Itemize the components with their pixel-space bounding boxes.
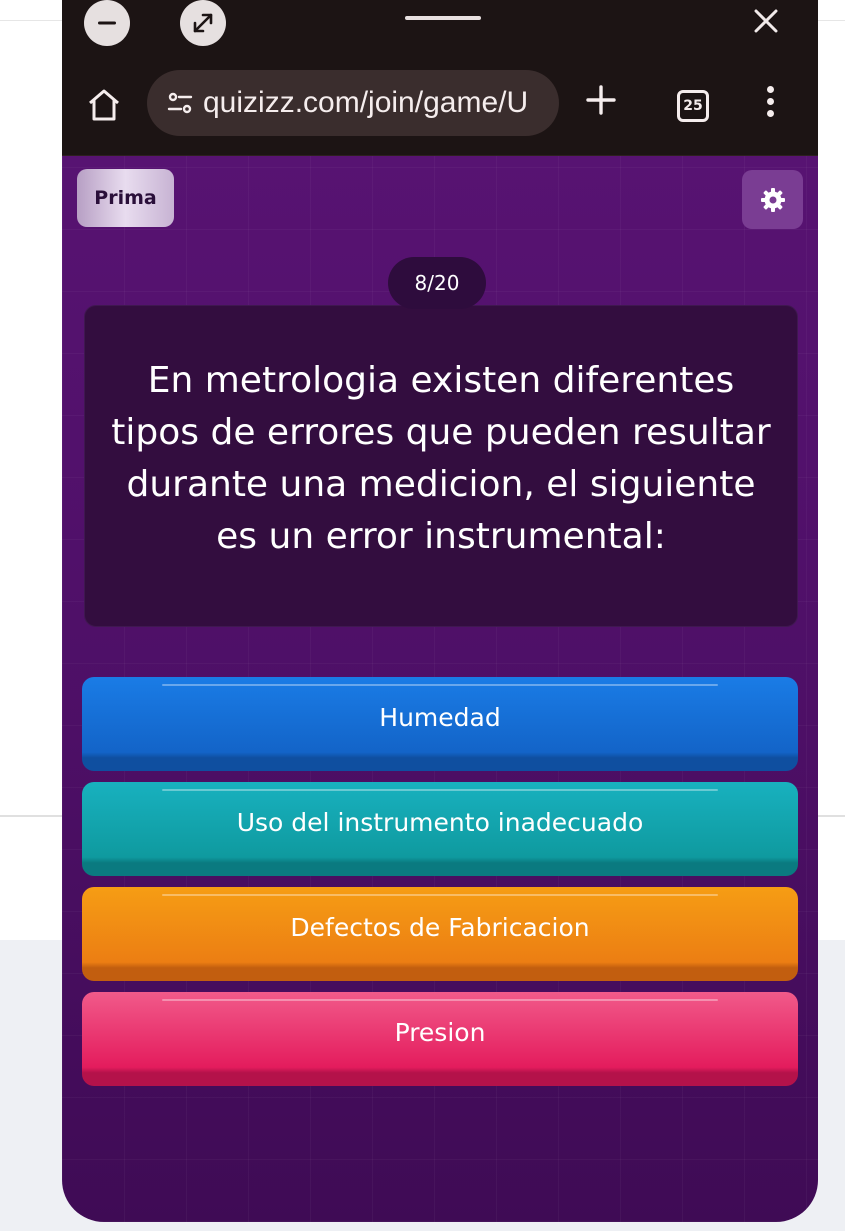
settings-button[interactable]	[742, 170, 803, 229]
window-drag-handle[interactable]	[405, 16, 481, 20]
tabs-icon[interactable]: 25	[677, 90, 709, 122]
answer-option-1[interactable]: Humedad	[82, 677, 798, 771]
question-text: En metrologia existen diferentes tipos d…	[111, 360, 771, 557]
site-info-icon[interactable]	[165, 88, 195, 118]
gear-icon	[759, 186, 787, 214]
answer-option-4[interactable]: Presion	[82, 992, 798, 1086]
minimize-icon[interactable]	[84, 0, 130, 46]
mode-badge[interactable]: Prima	[77, 169, 174, 227]
question-counter: 8/20	[388, 257, 486, 309]
expand-icon[interactable]	[180, 0, 226, 46]
answer-option-3[interactable]: Defectos de Fabricacion	[82, 887, 798, 981]
url-text: quizizz.com/join/game/U	[203, 86, 529, 119]
close-icon[interactable]	[741, 0, 791, 42]
plus-icon[interactable]	[584, 82, 618, 124]
address-bar[interactable]: quizizz.com/join/game/U	[147, 70, 559, 136]
answer-label: Humedad	[379, 702, 501, 732]
floating-browser-window: quizizz.com/join/game/U 25 Prima En metr…	[62, 0, 818, 1222]
answer-option-2[interactable]: Uso del instrumento inadecuado	[82, 782, 798, 876]
menu-icon[interactable]	[767, 86, 774, 122]
answer-label: Uso del instrumento inadecuado	[236, 807, 644, 837]
home-icon[interactable]	[86, 88, 122, 126]
answer-label: Presion	[394, 1017, 486, 1047]
question-card: En metrologia existen diferentes tipos d…	[84, 305, 798, 627]
answer-label: Defectos de Fabricacion	[290, 912, 590, 942]
window-title-bar	[62, 0, 818, 58]
tab-count: 25	[683, 98, 703, 114]
